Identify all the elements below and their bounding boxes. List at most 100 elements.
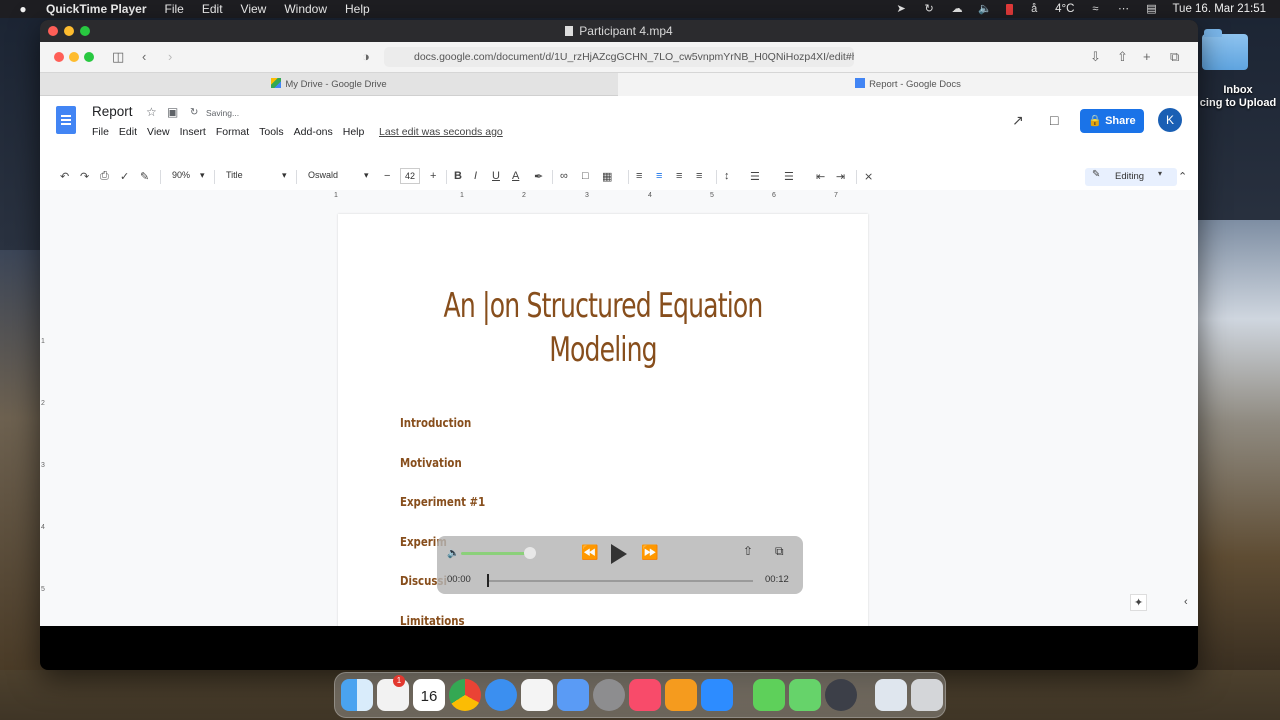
font-size-input: 42 <box>400 168 420 184</box>
location-icon[interactable]: ➤ <box>894 3 908 15</box>
link-icon: ∞ <box>560 170 568 182</box>
toc-item: Introduction <box>400 416 472 430</box>
battery-icon[interactable] <box>1006 3 1014 15</box>
docs-icon <box>855 78 866 88</box>
heading-line-1: An |on Structured Equation <box>443 286 764 326</box>
app-name[interactable]: QuickTime Player <box>46 2 147 16</box>
facetime-icon[interactable] <box>753 679 785 711</box>
wifi-icon[interactable]: ≈ <box>1088 3 1102 15</box>
playback-controls[interactable]: 🔈 ⏪ ⏩ ⇧ ⧉ 00:00 00:12 <box>437 536 803 594</box>
bulleted-list-icon: ☰ <box>784 171 794 183</box>
tab-label: My Drive - Google Drive <box>285 79 387 90</box>
calendar-icon[interactable]: 16 <box>413 679 445 711</box>
docs-logo-icon <box>56 106 76 134</box>
download-icon: ⇩ <box>1090 49 1101 64</box>
menu-view[interactable]: View <box>241 2 267 16</box>
back-icon: ‹ <box>142 49 147 64</box>
style-select: Title <box>226 170 243 180</box>
menu-file[interactable]: File <box>165 2 184 16</box>
menu-window[interactable]: Window <box>284 2 327 16</box>
apple-icon[interactable]: ● <box>16 2 30 16</box>
menubar-clock[interactable]: Tue 16. Mar 21:51 <box>1172 3 1266 15</box>
bold-icon: B <box>454 170 462 182</box>
picture-in-picture-icon[interactable]: ⧉ <box>775 544 784 559</box>
safari-zoom-button <box>84 52 94 62</box>
zoom-button[interactable] <box>80 26 90 36</box>
new-tab-icon: + <box>1143 49 1151 64</box>
chrome-icon[interactable] <box>449 679 481 711</box>
volume-knob[interactable] <box>524 547 536 559</box>
zoom-select: 90% <box>172 170 191 180</box>
system-preferences-icon[interactable] <box>593 679 625 711</box>
redo-icon: ↷ <box>80 171 90 183</box>
fast-forward-button[interactable]: ⏩ <box>641 544 658 561</box>
time-machine-icon[interactable]: ↻ <box>922 3 936 15</box>
volume-slider[interactable] <box>461 552 530 555</box>
ruler-mark: 1 <box>460 192 464 199</box>
align-right-icon: ≡ <box>676 170 683 182</box>
tv-icon[interactable] <box>521 679 553 711</box>
trash-icon[interactable] <box>911 679 943 711</box>
star-icon: ☆ <box>146 105 157 119</box>
timeline-scrubber[interactable] <box>487 580 753 582</box>
volume-icon[interactable]: 🔈 <box>978 3 992 15</box>
chevron-down-icon: ▾ <box>364 170 369 180</box>
divider <box>628 170 629 184</box>
safari-tab-bar: My Drive - Google Drive Report - Google … <box>40 72 1198 96</box>
qt-title-bar[interactable]: Participant 4.mp4 <box>40 20 1198 42</box>
dock: 1 16 <box>334 672 946 718</box>
saving-status: Saving... <box>206 108 240 118</box>
folder-label-line1: Inbox <box>1223 84 1253 96</box>
decrease-indent-icon: ⇤ <box>816 171 826 183</box>
close-button[interactable] <box>48 26 58 36</box>
menu-help[interactable]: Help <box>345 2 370 16</box>
messages-icon[interactable] <box>789 679 821 711</box>
activity-icon: ↗ <box>1012 112 1024 128</box>
share-label: Share <box>1105 115 1136 127</box>
desktop-folder-label[interactable]: Inbox cing to Upload <box>1196 84 1280 110</box>
divider <box>552 170 553 184</box>
safari-minimize-button <box>69 52 79 62</box>
toc-item: Experiment #1 <box>400 495 486 509</box>
toc-item: Motivation <box>400 456 462 470</box>
minimize-button[interactable] <box>64 26 74 36</box>
play-button[interactable] <box>611 544 627 564</box>
decrease-size-icon: − <box>384 170 391 182</box>
finder-icon[interactable] <box>341 679 373 711</box>
share-icon: ⇧ <box>1117 49 1128 64</box>
volume-icon[interactable]: 🔈 <box>447 548 459 559</box>
menu-edit[interactable]: Edit <box>202 2 223 16</box>
safari-icon[interactable] <box>485 679 517 711</box>
share-icon[interactable]: ⇧ <box>743 544 753 558</box>
quicktime-icon[interactable] <box>825 679 857 711</box>
duration: 00:12 <box>765 574 789 585</box>
ruler-mark: 4 <box>41 524 45 531</box>
music-icon[interactable] <box>629 679 661 711</box>
sheets-icon[interactable] <box>665 679 697 711</box>
preview-icon[interactable] <box>875 679 907 711</box>
last-edit-link: Last edit was seconds ago <box>379 126 503 138</box>
numbered-list-icon: ☰ <box>750 171 760 183</box>
ruler-mark: 4 <box>648 192 652 199</box>
zoom-icon[interactable] <box>701 679 733 711</box>
weather-temperature[interactable]: 4°C <box>1055 3 1074 15</box>
side-panel-chevron-icon: ‹ <box>1184 596 1188 608</box>
ruler-mark: 7 <box>834 192 838 199</box>
current-time: 00:00 <box>447 574 471 585</box>
ruler-mark: 6 <box>772 192 776 199</box>
playhead[interactable] <box>487 574 489 587</box>
safari-toolbar: ◫ ‹ › ◑ docs.google.com/document/d/1U_rz… <box>40 42 1198 72</box>
more-icon[interactable]: ⋯ <box>1116 3 1130 15</box>
undo-icon: ↶ <box>60 171 70 183</box>
creative-cloud-icon[interactable]: ☁ <box>950 3 964 15</box>
input-icon[interactable]: å <box>1027 3 1041 15</box>
feather-icon[interactable] <box>557 679 589 711</box>
toc-item: Limitations <box>400 614 465 626</box>
folder-icon[interactable] <box>1202 29 1248 70</box>
divider <box>446 170 447 184</box>
sync-icon: ↻ <box>190 107 199 118</box>
image-icon: ▦ <box>602 171 613 183</box>
rewind-button[interactable]: ⏪ <box>581 544 598 561</box>
italic-icon: I <box>474 170 478 182</box>
control-center-icon[interactable]: ▤ <box>1144 3 1158 15</box>
